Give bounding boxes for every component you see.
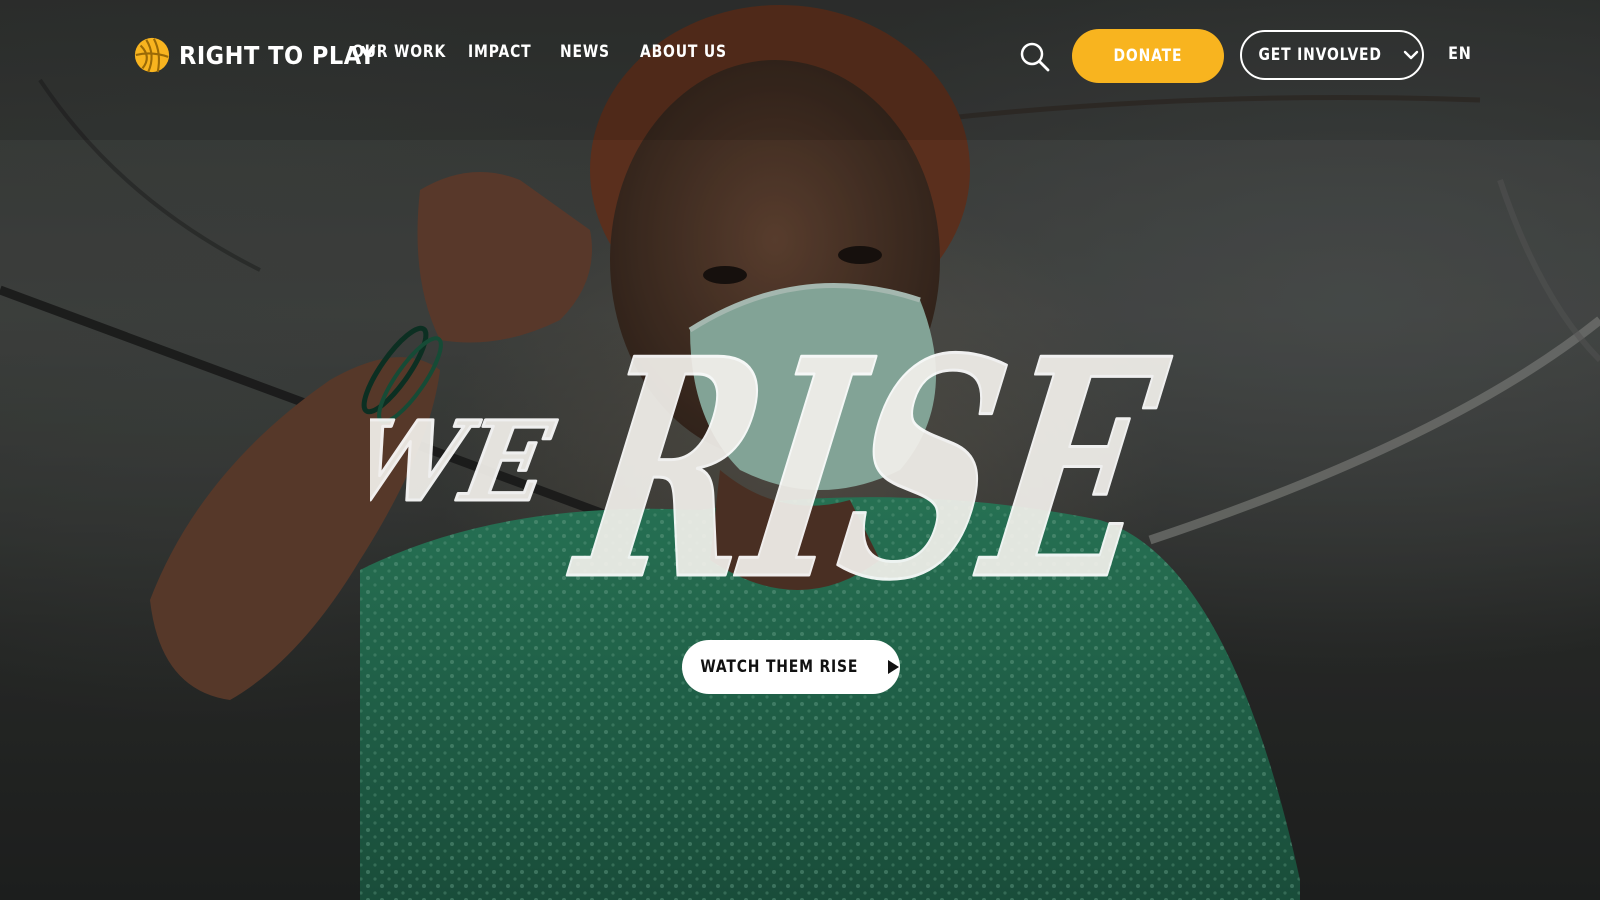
nav-our-work[interactable]: OUR WORK xyxy=(352,42,445,62)
headline-small-text: WE xyxy=(370,398,562,527)
yellow-ball-logo-icon xyxy=(134,37,170,73)
donate-button[interactable]: DONATE xyxy=(1072,29,1224,83)
chevron-down-icon xyxy=(1403,50,1419,60)
hero-section: RIGHT TO PLAY OUR WORK IMPACT NEWS ABOUT… xyxy=(0,0,1600,900)
top-navigation: RIGHT TO PLAY OUR WORK IMPACT NEWS ABOUT… xyxy=(0,0,1600,110)
get-involved-label: GET INVOLVED xyxy=(1258,45,1382,65)
nav-about-us[interactable]: ABOUT US xyxy=(640,42,726,62)
search-icon[interactable] xyxy=(1018,40,1052,74)
headline-large-text: RISE xyxy=(553,300,1185,620)
play-icon xyxy=(887,660,899,674)
site-logo[interactable]: RIGHT TO PLAY xyxy=(133,36,376,74)
language-selector[interactable]: EN xyxy=(1448,44,1472,64)
watch-them-rise-button[interactable]: WATCH THEM RISE xyxy=(682,640,900,694)
brand-name: RIGHT TO PLAY xyxy=(179,40,377,70)
nav-impact[interactable]: IMPACT xyxy=(468,42,531,62)
donate-label: DONATE xyxy=(1113,46,1183,66)
hero-headline: WE RISE xyxy=(370,300,1186,620)
nav-news[interactable]: NEWS xyxy=(560,42,609,62)
main-nav: OUR WORK IMPACT NEWS ABOUT US xyxy=(352,42,726,62)
cta-label: WATCH THEM RISE xyxy=(700,657,859,677)
get-involved-button[interactable]: GET INVOLVED xyxy=(1240,30,1424,80)
